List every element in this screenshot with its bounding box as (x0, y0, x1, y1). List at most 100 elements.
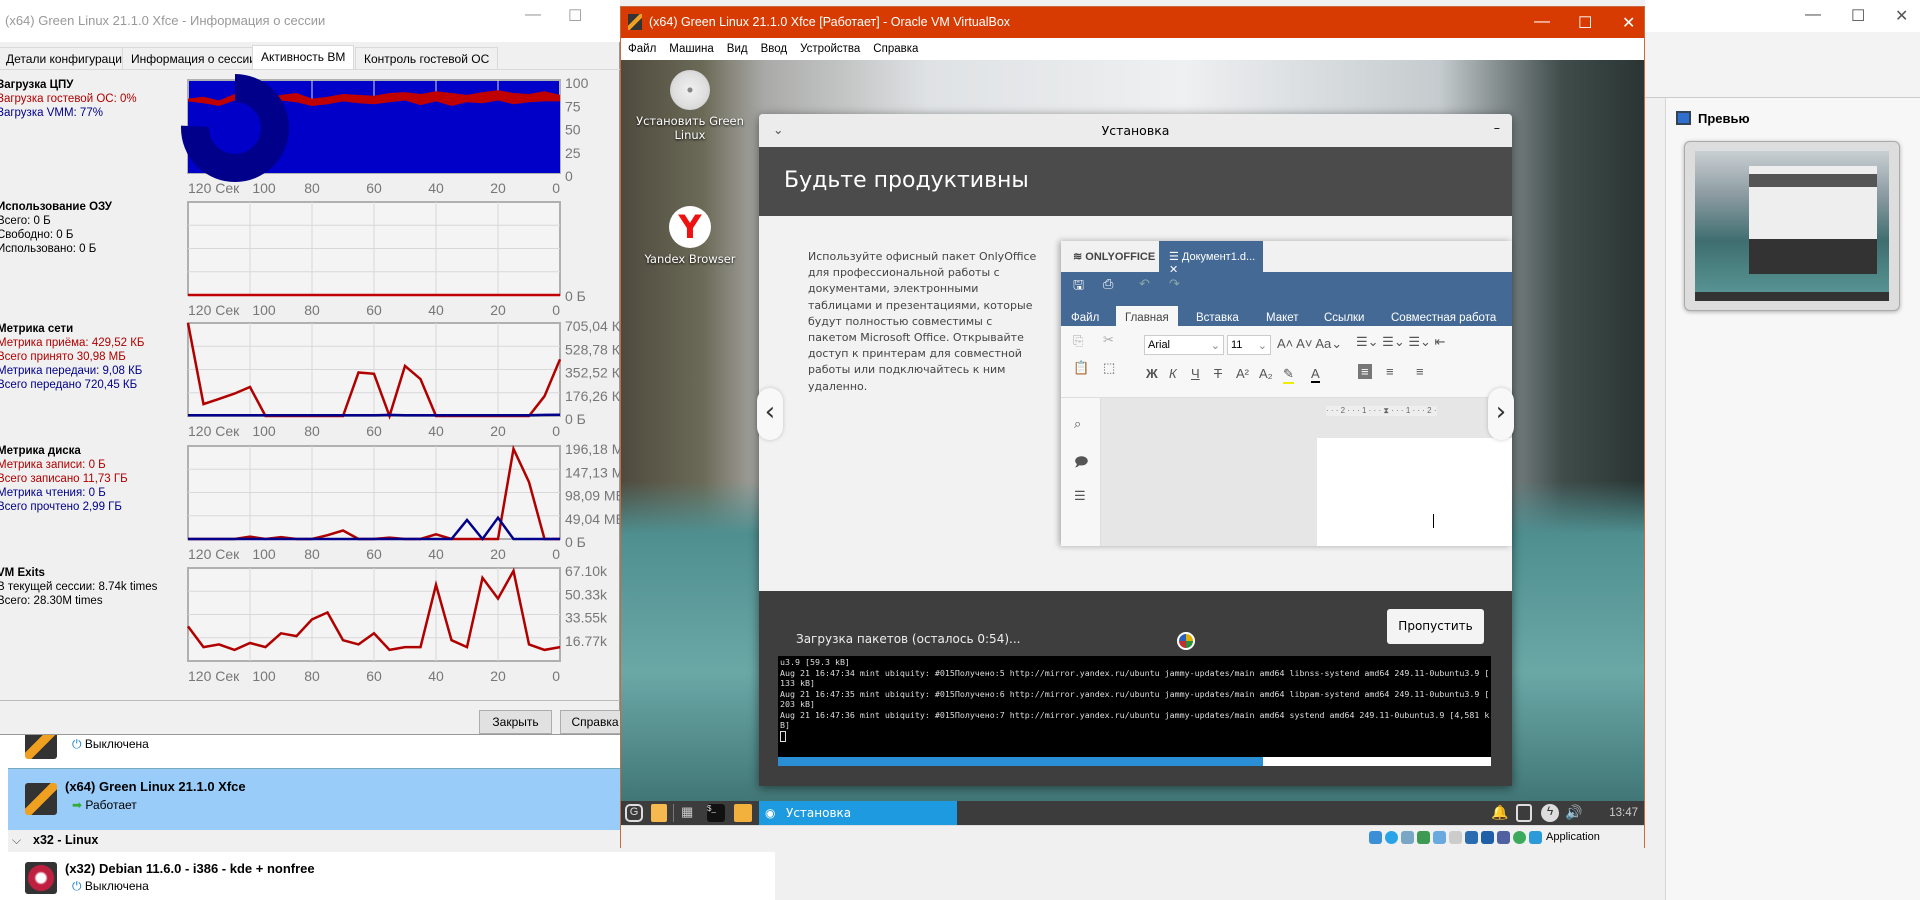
copy-icon: ⎘ (1073, 333, 1084, 348)
close-button[interactable]: Закрыть (479, 710, 552, 734)
size-select: 11 ⌄ (1227, 335, 1271, 355)
x-tick-label: 20 (490, 180, 506, 196)
volume-icon[interactable]: 🔊 (1565, 804, 1582, 822)
maximize-icon[interactable]: ☐ (1578, 13, 1592, 33)
slide-banner: Будьте продуктивны (759, 147, 1512, 216)
apps-grid-icon[interactable]: ▦ (681, 804, 699, 822)
menu-file[interactable]: Файл (628, 43, 656, 55)
x-tick-label: 0 (552, 668, 560, 684)
disc-icon: ◉ (765, 806, 776, 820)
menu-help[interactable]: Справка (873, 43, 918, 55)
power-icon[interactable]: ϟ (1541, 804, 1559, 822)
network-status-icon[interactable] (1417, 831, 1430, 844)
x-tick-label: 80 (304, 546, 320, 562)
activity-charts: 120 Сек 100 80 60 40 20 0 100 75 50 25 0 120 Сек 100 8… (181, 74, 620, 684)
paste-icon: 📋 (1073, 360, 1090, 375)
terminal-log: u3.9 [59.3 kB] Aug 21 16:47:34 mint ubiqu… (778, 656, 1491, 757)
x-tick-label: 60 (366, 302, 382, 318)
taskbar-item-installer[interactable]: ◉ Установка (759, 801, 957, 825)
window-icon[interactable] (1516, 804, 1532, 822)
guest-taskbar: G ▦ $_ ◉ Установка 🔔 ϟ 🔊 13:47 (621, 801, 1644, 825)
vm-name: (x64) Green Linux 21.1.0 Xfce (65, 779, 246, 794)
mouse-integration-icon[interactable] (1513, 831, 1526, 844)
desktop-icon-yandex[interactable]: Y Yandex Browser (635, 206, 745, 266)
y-tick-label: 528,78 КБ (565, 341, 620, 357)
y-tick-label: 25 (565, 145, 581, 161)
next-slide-button[interactable]: › (1488, 388, 1514, 440)
y-tick-label: 75 (565, 98, 581, 114)
menu-machine[interactable]: Машина (669, 43, 714, 55)
x-tick-label: 0 (552, 423, 560, 439)
net-series-1 (188, 413, 561, 417)
vt-x-icon[interactable] (1497, 831, 1510, 844)
bell-icon[interactable]: 🔔 (1491, 804, 1508, 822)
y-tick-label: 0 (565, 168, 573, 184)
save-icon: 🖫 (1073, 277, 1085, 292)
redo-icon: ↷ (1169, 276, 1180, 291)
close-icon[interactable]: ✕ (1895, 6, 1908, 26)
y-tick-label: 33.55k (565, 610, 608, 626)
print-icon: ⎙ (1103, 276, 1114, 291)
prev-slide-button[interactable]: ‹ (757, 388, 783, 440)
recording-status-icon[interactable] (1481, 831, 1494, 844)
list-icons: ☰⌄ ☰⌄ ☰⌄ ⇤ (1356, 334, 1446, 349)
vm-title-bar: (x64) Green Linux 21.1.0 Xfce [Работает]… (621, 7, 1644, 38)
y-tick-label: 0 Б (565, 288, 586, 304)
slide-body: Используйте офисный пакет OnlyOffice для… (757, 216, 1514, 591)
shared-folder-icon[interactable] (1449, 831, 1462, 844)
spinner-icon (1177, 632, 1195, 650)
install-progress-bar (778, 757, 1491, 766)
x-tick-label: 80 (304, 423, 320, 439)
x-tick-label: 100 (252, 423, 276, 439)
chevron-down-icon[interactable]: ⌄ (773, 122, 783, 137)
y-tick-label: 352,52 КБ (565, 365, 620, 381)
power-off-icon: ⏻ (72, 737, 82, 751)
x-tick-label: 60 (366, 423, 382, 439)
vm-os-icon (25, 783, 57, 815)
divider (0, 700, 620, 701)
x-tick-label: 100 (252, 668, 276, 684)
display-status-icon[interactable] (1465, 831, 1478, 844)
minimize-icon[interactable]: — (1805, 6, 1821, 24)
terminal-icon[interactable]: $_ (707, 804, 725, 822)
y-tick-label: 67.10k (565, 563, 608, 579)
desktop-icon-install[interactable]: Установить Green Linux (635, 70, 745, 142)
x-tick-label: 40 (428, 546, 444, 562)
audio-status-icon[interactable] (1401, 831, 1414, 844)
menu-g-icon[interactable]: G (625, 804, 643, 822)
manager-toolbar (1645, 32, 1920, 98)
vm-list-item[interactable]: (x32) Debian 11.6.0 - i386 - kde + nonfr… (8, 852, 775, 900)
guest-screen[interactable]: Установить Green Linux Y Yandex Browser … (621, 60, 1644, 825)
x-tick-label: 60 (366, 546, 382, 562)
minimize-icon[interactable]: — (1534, 13, 1550, 31)
x-tick-label: 120 Сек (188, 668, 240, 684)
align-right-icon: ≡ (1416, 364, 1424, 379)
menu-view[interactable]: Вид (727, 43, 748, 55)
files-icon[interactable] (651, 804, 667, 822)
keyboard-capture-icon[interactable] (1529, 831, 1542, 844)
close-icon[interactable]: ✕ (1622, 13, 1635, 33)
x-tick-label: 20 (490, 302, 506, 318)
y-tick-label: 16.77k (565, 633, 608, 649)
y-tick-label: 705,04 КБ (565, 318, 620, 334)
vm-menu-bar: Файл Машина Вид Ввод Устройства Справка (621, 38, 1644, 60)
y-tick-label: 0 Б (565, 411, 586, 427)
align-left-icon: ≡ (1358, 364, 1372, 379)
menu-input[interactable]: Ввод (761, 43, 788, 55)
monitor-icon (1676, 111, 1691, 125)
chevron-down-icon[interactable]: ⌵ (12, 833, 21, 848)
usb-status-icon[interactable] (1433, 831, 1446, 844)
debian-icon (25, 862, 57, 894)
optical-status-icon[interactable] (1385, 831, 1398, 844)
folder-icon[interactable] (734, 804, 752, 822)
minimize-icon[interactable]: – (1494, 120, 1500, 135)
maximize-icon[interactable]: ☐ (1851, 6, 1865, 26)
font-select: Arial ⌄ (1144, 335, 1224, 355)
disk-status-icon[interactable] (1369, 831, 1382, 844)
skip-button[interactable]: Пропустить (1387, 609, 1484, 644)
menu-devices[interactable]: Устройства (800, 43, 860, 55)
font-color-icon: A (1311, 366, 1320, 383)
installer-footer: Загрузка пакетов (осталось 0:54)... Проп… (759, 591, 1512, 786)
document-page (1317, 438, 1512, 546)
x-tick-label: 0 (552, 180, 560, 196)
